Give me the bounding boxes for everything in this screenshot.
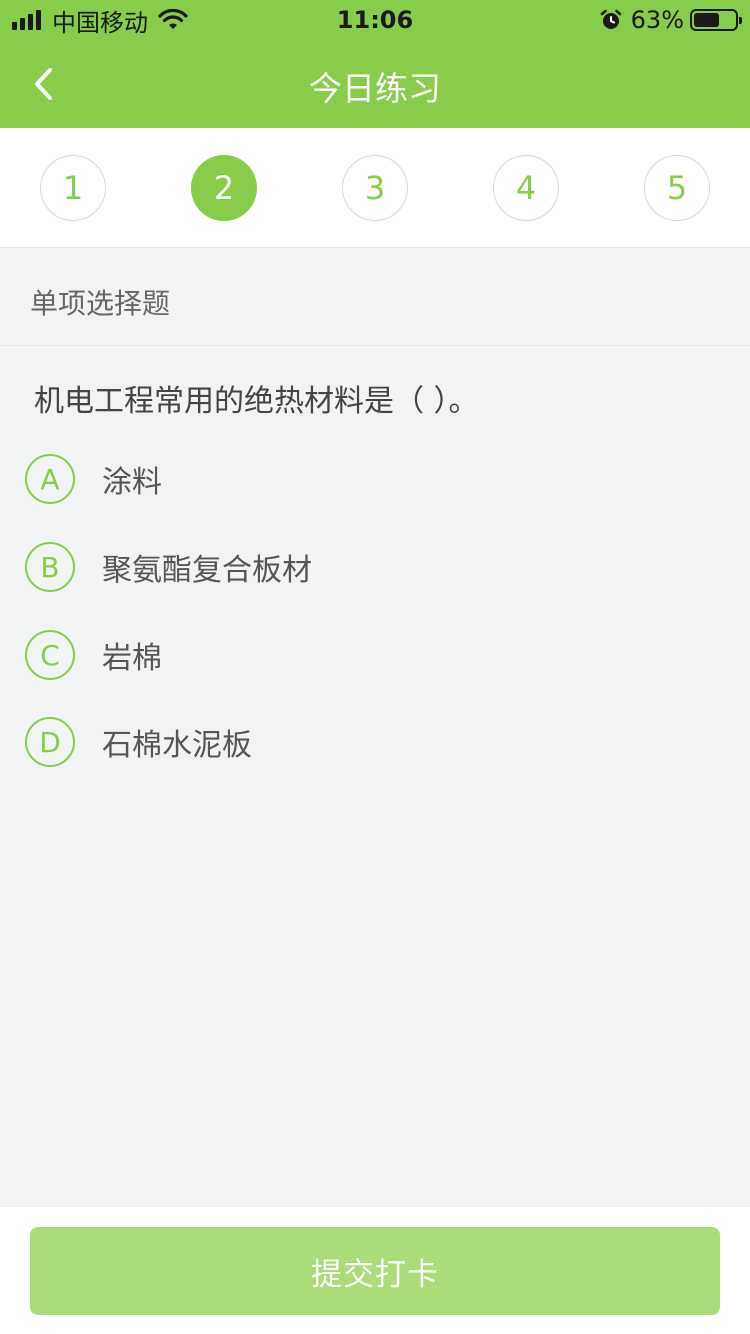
question-number-1[interactable]: 1 <box>40 155 106 221</box>
option-letter: D <box>25 717 75 767</box>
question-type-label: 单项选择题 <box>30 287 171 320</box>
question-number-5[interactable]: 5 <box>644 155 710 221</box>
option-b[interactable]: B 聚氨酯复合板材 <box>25 541 725 593</box>
question-number-2[interactable]: 2 <box>191 155 257 221</box>
battery-cap <box>739 17 742 24</box>
nav-bar: 今日练习 <box>0 40 750 128</box>
option-text: 涂料 <box>102 465 162 500</box>
question-number-4[interactable]: 4 <box>493 155 559 221</box>
battery-percent: 63% <box>630 6 684 34</box>
question-number-3[interactable]: 3 <box>342 155 408 221</box>
battery-fill <box>694 13 719 27</box>
status-bar: 中国移动 11:06 63% <box>0 0 750 40</box>
battery-icon <box>690 9 742 31</box>
page: 中国移动 11:06 63% 今日练习 1 2 3 4 5 单项选择题 机电工程… <box>0 0 750 1334</box>
option-letter: B <box>25 542 75 592</box>
option-text: 聚氨酯复合板材 <box>102 553 312 588</box>
page-title: 今日练习 <box>309 69 441 108</box>
option-letter: A <box>25 454 75 504</box>
status-right: 63% <box>599 6 742 34</box>
option-text: 石棉水泥板 <box>102 728 252 763</box>
option-a[interactable]: A 涂料 <box>25 453 725 505</box>
question-number-bar: 1 2 3 4 5 <box>0 128 750 248</box>
question-type-section: 单项选择题 <box>0 248 750 346</box>
question-text: 机电工程常用的绝热材料是（ ）。 <box>34 384 479 419</box>
submit-checkin-button[interactable]: 提交打卡 <box>30 1227 720 1315</box>
option-c[interactable]: C 岩棉 <box>25 629 725 681</box>
option-d[interactable]: D 石棉水泥板 <box>25 716 725 768</box>
alarm-clock-icon <box>600 9 621 29</box>
header: 中国移动 11:06 63% 今日练习 <box>0 0 750 128</box>
option-letter: C <box>25 630 75 680</box>
footer: 提交打卡 <box>0 1206 750 1334</box>
option-text: 岩棉 <box>102 641 162 676</box>
